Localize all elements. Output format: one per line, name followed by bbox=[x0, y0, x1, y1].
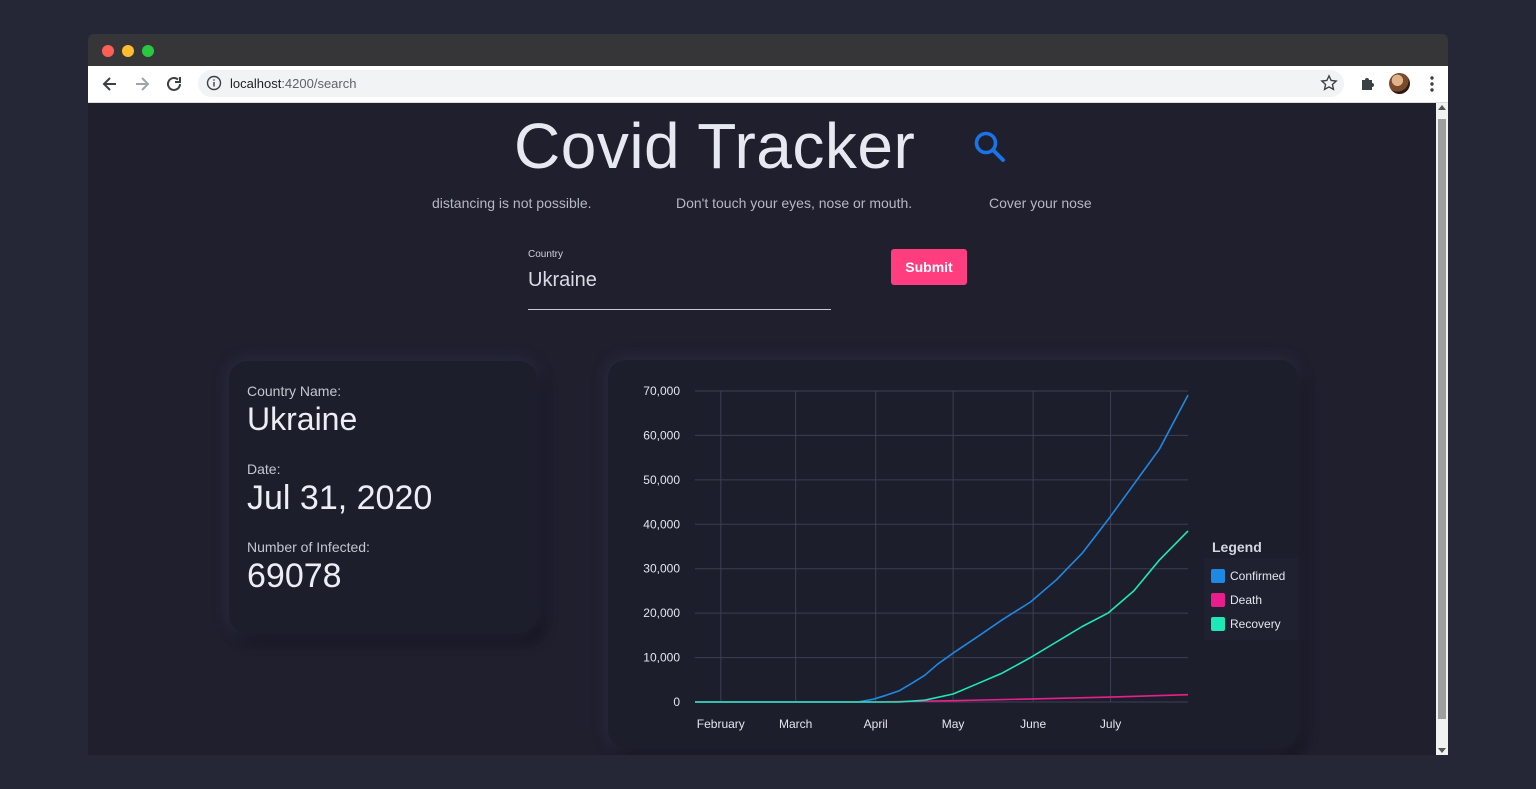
browser-toolbar: localhost:4200/search bbox=[88, 66, 1448, 103]
reload-icon[interactable] bbox=[164, 74, 184, 94]
date-label: Date: bbox=[247, 461, 281, 477]
tips-ticker: distancing is not possible. Don't touch … bbox=[428, 195, 1096, 215]
legend-title: Legend bbox=[1212, 539, 1262, 555]
scroll-down-arrow[interactable] bbox=[1438, 748, 1446, 753]
country-field-label: Country bbox=[528, 249, 564, 260]
url-host: localhost bbox=[230, 76, 282, 91]
x-tick-label: March bbox=[779, 717, 812, 731]
x-tick-label: June bbox=[1020, 717, 1046, 731]
y-tick-label: 30,000 bbox=[643, 562, 680, 576]
x-tick-label: May bbox=[942, 717, 965, 731]
close-window-button[interactable] bbox=[102, 45, 114, 57]
y-tick-label: 20,000 bbox=[643, 606, 680, 620]
title-bar bbox=[88, 34, 1448, 66]
country-name-value: Ukraine bbox=[247, 401, 358, 437]
legend-label: Confirmed bbox=[1230, 569, 1285, 583]
x-tick-label: April bbox=[864, 717, 888, 731]
series-line-recovery bbox=[695, 530, 1189, 703]
ticker-tip: Cover your nose a bbox=[989, 195, 1096, 211]
profile-avatar[interactable] bbox=[1389, 73, 1410, 94]
ticker-tip: Don't touch your eyes, nose or mouth. bbox=[676, 195, 913, 211]
minimize-window-button[interactable] bbox=[122, 45, 134, 57]
legend-swatch bbox=[1211, 593, 1225, 607]
submit-button[interactable]: Submit bbox=[891, 249, 967, 285]
country-field: Country bbox=[528, 247, 831, 311]
browser-menu-icon[interactable] bbox=[1422, 74, 1442, 94]
infected-value: 69078 bbox=[247, 557, 342, 595]
page-viewport: Covid Tracker distancing is not possible… bbox=[88, 103, 1448, 755]
site-info-icon[interactable] bbox=[206, 75, 222, 91]
url-text: localhost:4200/search bbox=[230, 76, 356, 91]
y-tick-label: 70,000 bbox=[643, 384, 680, 398]
y-tick-label: 50,000 bbox=[643, 473, 680, 487]
ticker-tip: distancing is not possible. bbox=[432, 195, 592, 211]
url-path: :4200/search bbox=[281, 76, 357, 91]
forward-arrow-icon[interactable] bbox=[132, 74, 152, 94]
address-bar[interactable]: localhost:4200/search bbox=[198, 70, 1344, 97]
back-arrow-icon[interactable] bbox=[100, 74, 120, 94]
search-icon[interactable] bbox=[972, 129, 1008, 165]
x-tick-label: February bbox=[697, 717, 745, 731]
page-scrollbar[interactable] bbox=[1436, 103, 1448, 755]
country-info-card: Country Name: Ukraine Date: Jul 31, 2020… bbox=[229, 361, 537, 633]
extensions-puzzle-icon[interactable] bbox=[1358, 74, 1378, 94]
legend-swatch bbox=[1211, 617, 1225, 631]
y-tick-label: 10,000 bbox=[643, 651, 680, 665]
date-value: Jul 31, 2020 bbox=[247, 479, 433, 517]
legend-label: Death bbox=[1230, 593, 1262, 607]
legend-label: Recovery bbox=[1230, 617, 1281, 631]
series-line-confirmed bbox=[695, 394, 1189, 703]
bookmark-star-icon[interactable] bbox=[1320, 74, 1338, 92]
country-field-underline bbox=[528, 309, 831, 310]
infected-label: Number of Infected: bbox=[247, 539, 370, 555]
legend-swatch bbox=[1211, 569, 1225, 583]
y-tick-label: 40,000 bbox=[643, 517, 680, 531]
country-input[interactable] bbox=[528, 265, 828, 295]
scroll-up-arrow[interactable] bbox=[1438, 105, 1446, 110]
browser-window: localhost:4200/search Covid Tracker dist… bbox=[88, 34, 1448, 755]
y-tick-label: 60,000 bbox=[643, 428, 680, 442]
page-title: Covid Tracker bbox=[514, 110, 916, 182]
x-tick-label: July bbox=[1100, 717, 1121, 731]
maximize-window-button[interactable] bbox=[142, 45, 154, 57]
y-tick-label: 0 bbox=[673, 695, 680, 709]
covid-line-chart: 0 10,000 20,000 30,000 40,000 50,000 60,000 70,… bbox=[643, 384, 1298, 731]
scrollbar-thumb[interactable] bbox=[1438, 119, 1446, 719]
chart-card: 0 10,000 20,000 30,000 40,000 50,000 60,000 70,… bbox=[608, 360, 1298, 748]
country-name-label: Country Name: bbox=[247, 383, 342, 399]
